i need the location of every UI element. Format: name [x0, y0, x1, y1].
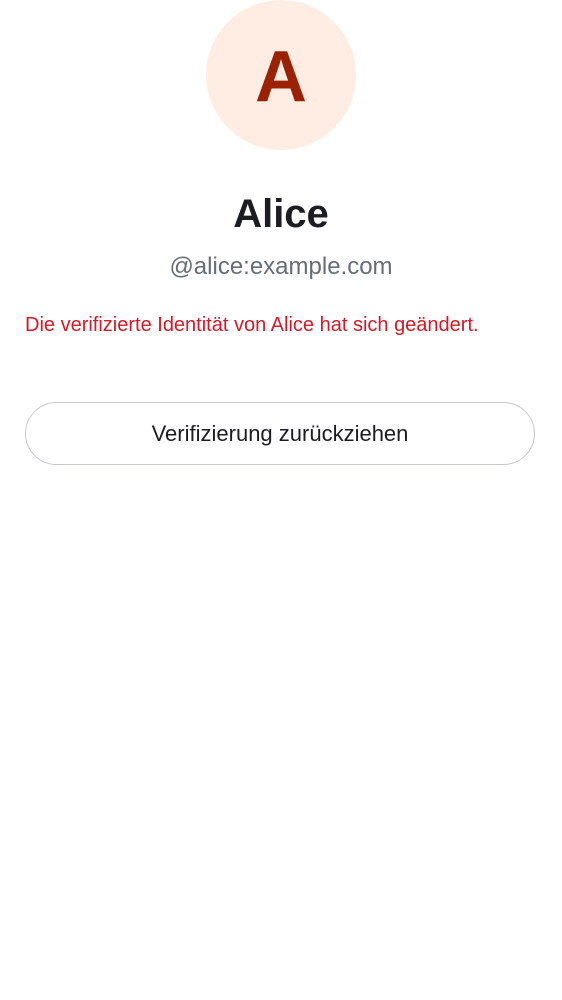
avatar[interactable]: A: [206, 0, 356, 150]
display-name: Alice: [233, 192, 329, 236]
user-id: @alice:example.com: [169, 253, 393, 280]
withdraw-verification-button[interactable]: Verifizierung zurückziehen: [25, 402, 535, 465]
user-profile-screen: A Alice @alice:example.com Die verifizie…: [0, 0, 562, 1000]
withdraw-verification-button-label: Verifizierung zurückziehen: [151, 420, 409, 446]
avatar-initial: A: [255, 37, 307, 117]
identity-changed-warning: Die verifizierte Identität von Alice hat…: [25, 314, 479, 336]
